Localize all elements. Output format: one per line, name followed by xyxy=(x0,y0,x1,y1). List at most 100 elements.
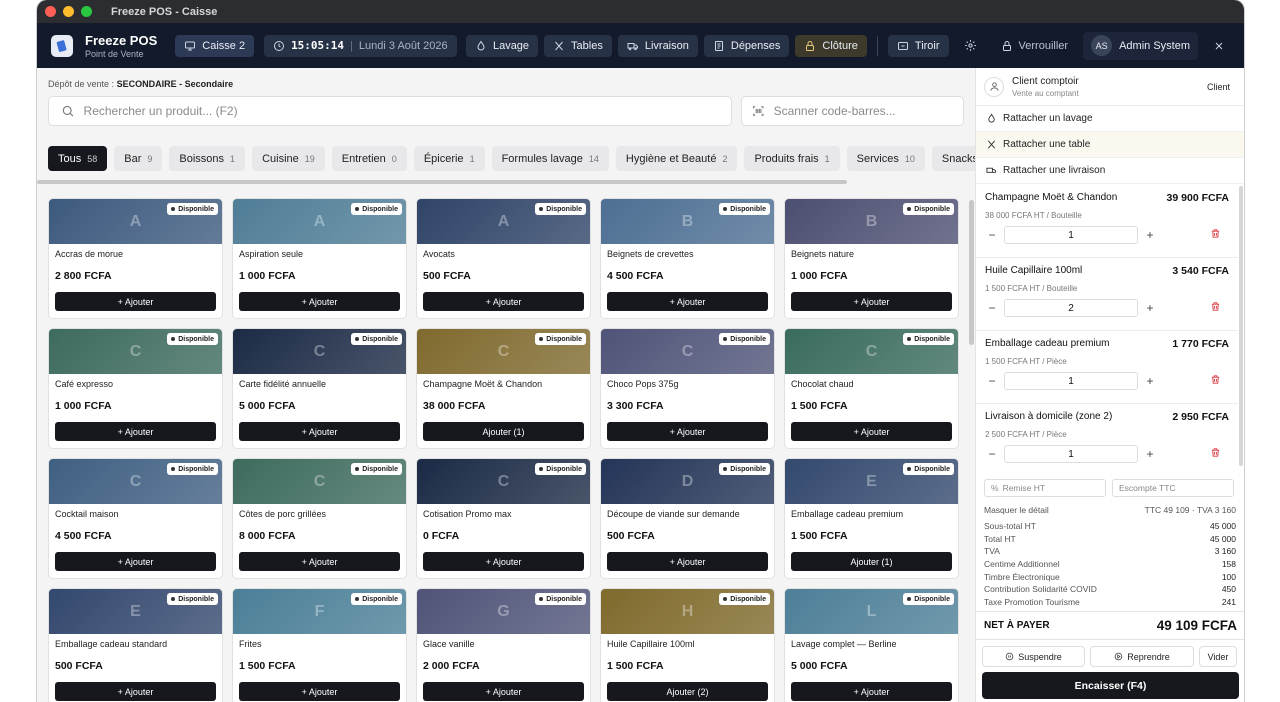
client-selector[interactable]: Client comptoir Vente au comptant Client xyxy=(976,68,1244,106)
clear-button[interactable]: Vider xyxy=(1199,646,1237,667)
quantity-input[interactable]: 2 xyxy=(1004,299,1138,317)
quantity-input[interactable]: 1 xyxy=(1004,445,1138,463)
category-tab[interactable]: Formules lavage 14 xyxy=(491,146,609,171)
category-tab[interactable]: Cuisine 19 xyxy=(252,146,325,171)
product-card[interactable]: F Disponible Frites 1 500 FCFA + Ajouter xyxy=(232,588,407,702)
add-product-button[interactable]: + Ajouter xyxy=(423,682,584,701)
category-tab[interactable]: Bar 9 xyxy=(114,146,163,171)
product-card[interactable]: C Disponible Champagne Moët & Chandon 38 00… xyxy=(416,328,591,449)
minimize-window-button[interactable] xyxy=(63,6,74,17)
add-product-button[interactable]: + Ajouter xyxy=(791,422,952,441)
nav-cloture-button[interactable]: Clôture xyxy=(795,34,867,57)
category-tab[interactable]: Tous 58 xyxy=(48,146,108,171)
quantity-stepper: −1 + xyxy=(985,445,1229,463)
category-tab[interactable]: Services 10 xyxy=(846,146,925,171)
remove-line-button[interactable] xyxy=(1210,299,1221,317)
product-card[interactable]: D Disponible Découpe de viande sur demande… xyxy=(600,458,775,579)
add-product-button[interactable]: + Ajouter xyxy=(423,292,584,311)
add-product-button[interactable]: + Ajouter xyxy=(791,292,952,311)
category-tab[interactable]: Boissons 1 xyxy=(169,146,246,171)
product-card[interactable]: C Disponible Choco Pops 375g 3 300 FCFA + Aj… xyxy=(600,328,775,449)
product-card[interactable]: B Disponible Beignets de crevettes 4 500 FC… xyxy=(600,198,775,319)
product-card[interactable]: C Disponible Côtes de porc grillées 8 000 F… xyxy=(232,458,407,579)
cart-scrollbar[interactable] xyxy=(1239,186,1243,466)
quantity-input[interactable]: 1 xyxy=(1004,372,1138,390)
hide-detail-toggle[interactable]: Masquer le détail xyxy=(984,505,1049,515)
remove-line-button[interactable] xyxy=(1210,372,1221,390)
product-scrollbar[interactable] xyxy=(969,200,974,345)
add-product-button[interactable]: + Ajouter xyxy=(239,682,400,701)
user-menu[interactable]: AS Admin System xyxy=(1083,31,1198,60)
nav-tables-button[interactable]: Tables xyxy=(544,34,612,57)
add-product-button[interactable]: + Ajouter xyxy=(55,552,216,571)
remove-line-button[interactable] xyxy=(1210,445,1221,463)
product-card[interactable]: C Disponible Cocktail maison 4 500 FCFA + Aj… xyxy=(48,458,223,579)
decrease-quantity-button[interactable]: − xyxy=(985,447,999,461)
category-tab[interactable]: Entretien 0 xyxy=(331,146,407,171)
category-tab[interactable]: Snacks et C xyxy=(931,146,975,171)
search-input[interactable] xyxy=(83,104,731,118)
add-product-button[interactable]: + Ajouter xyxy=(423,552,584,571)
quantity-input[interactable]: 1 xyxy=(1004,226,1138,244)
attach-livraison-button[interactable]: Rattacher une livraison xyxy=(976,158,1244,184)
register-button[interactable]: Caisse 2 xyxy=(175,34,255,57)
product-card[interactable]: B Disponible Beignets nature 1 000 FCFA + Aj… xyxy=(784,198,959,319)
add-product-button[interactable]: + Ajouter xyxy=(607,292,768,311)
product-card[interactable]: E Disponible Emballage cadeau standard 500 … xyxy=(48,588,223,702)
decrease-quantity-button[interactable]: − xyxy=(985,301,999,315)
decrease-quantity-button[interactable]: − xyxy=(985,374,999,388)
product-card[interactable]: H Disponible Huile Capillaire 100ml 1 500 F… xyxy=(600,588,775,702)
product-card[interactable]: L Disponible Lavage complet — Berline 5 000… xyxy=(784,588,959,702)
category-tab[interactable]: Hygiène et Beauté 2 xyxy=(615,146,738,171)
product-card[interactable]: C Disponible Carte fidélité annuelle 5 000 … xyxy=(232,328,407,449)
increase-quantity-button[interactable]: + xyxy=(1143,447,1157,461)
increase-quantity-button[interactable]: + xyxy=(1143,228,1157,242)
product-card[interactable]: C Disponible Café expresso 1 000 FCFA + Ajou… xyxy=(48,328,223,449)
add-product-button[interactable]: + Ajouter xyxy=(607,552,768,571)
maximize-window-button[interactable] xyxy=(81,6,92,17)
nav-tiroir-button[interactable]: Tiroir xyxy=(887,34,949,57)
product-card[interactable]: A Disponible Aspiration seule 1 000 FCFA + A… xyxy=(232,198,407,319)
add-product-button[interactable]: + Ajouter xyxy=(239,552,400,571)
attach-table-button[interactable]: Rattacher une table xyxy=(976,132,1244,158)
add-product-button[interactable]: + Ajouter xyxy=(239,292,400,311)
add-product-button[interactable]: Ajouter (1) xyxy=(423,422,584,441)
category-scrollbar[interactable] xyxy=(37,180,847,184)
add-product-button[interactable]: Ajouter (1) xyxy=(791,552,952,571)
close-window-button[interactable] xyxy=(45,6,56,17)
lock-button[interactable]: Verrouiller xyxy=(992,35,1078,57)
barcode-input[interactable] xyxy=(773,104,963,118)
settings-button[interactable] xyxy=(955,35,986,57)
decrease-quantity-button[interactable]: − xyxy=(985,228,999,242)
product-card[interactable]: A Disponible Accras de morue 2 800 FCFA + Aj… xyxy=(48,198,223,319)
increase-quantity-button[interactable]: + xyxy=(1143,301,1157,315)
remove-line-button[interactable] xyxy=(1210,226,1221,244)
add-product-button[interactable]: + Ajouter xyxy=(791,682,952,701)
resume-button[interactable]: Reprendre xyxy=(1090,646,1194,667)
add-product-button[interactable]: + Ajouter xyxy=(55,422,216,441)
attach-lavage-button[interactable]: Rattacher un lavage xyxy=(976,106,1244,132)
product-card[interactable]: E Disponible Emballage cadeau premium 1 500… xyxy=(784,458,959,579)
product-card[interactable]: A Disponible Avocats 500 FCFA + Ajouter xyxy=(416,198,591,319)
category-tab[interactable]: Produits frais 1 xyxy=(744,146,840,171)
product-card[interactable]: C Disponible Cotisation Promo max 0 FCFA + A… xyxy=(416,458,591,579)
nav-depenses-button[interactable]: Dépenses xyxy=(703,34,790,57)
client-button[interactable]: Client xyxy=(1201,78,1236,96)
add-product-button[interactable]: + Ajouter xyxy=(239,422,400,441)
add-product-button[interactable]: + Ajouter xyxy=(55,682,216,701)
product-card[interactable]: C Disponible Chocolat chaud 1 500 FCFA + Ajo… xyxy=(784,328,959,449)
nav-livraison-button[interactable]: Livraison xyxy=(617,34,698,57)
add-product-button[interactable]: Ajouter (2) xyxy=(607,682,768,701)
pay-button[interactable]: Encaisser (F4) xyxy=(982,672,1239,699)
nav-lavage-button[interactable]: Lavage xyxy=(465,34,539,57)
close-button[interactable] xyxy=(1204,35,1234,57)
suspend-button[interactable]: Suspendre xyxy=(982,646,1085,667)
product-name: Emballage cadeau standard xyxy=(55,639,168,649)
escompte-input[interactable]: Escompte TTC xyxy=(1112,479,1234,497)
product-card[interactable]: G Disponible Glace vanille 2 000 FCFA + Ajou… xyxy=(416,588,591,702)
add-product-button[interactable]: + Ajouter xyxy=(607,422,768,441)
remise-input[interactable]: % Remise HT xyxy=(984,479,1106,497)
category-tab[interactable]: Épicerie 1 xyxy=(413,146,485,171)
increase-quantity-button[interactable]: + xyxy=(1143,374,1157,388)
add-product-button[interactable]: + Ajouter xyxy=(55,292,216,311)
